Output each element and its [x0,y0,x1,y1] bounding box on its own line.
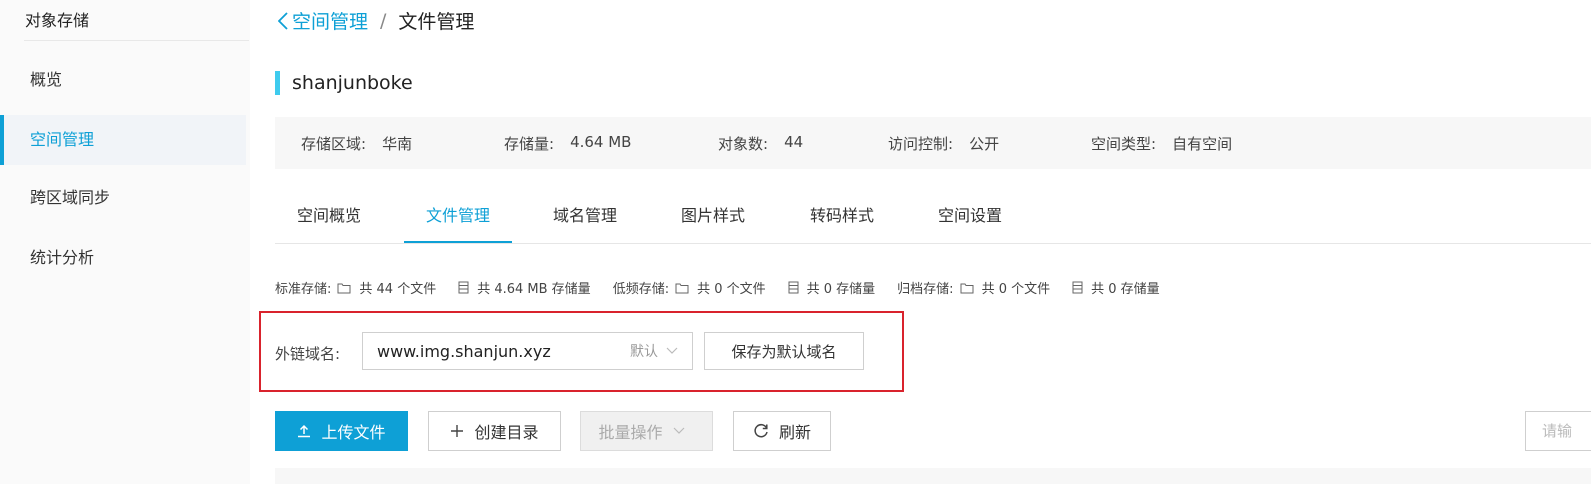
info-type-label: 空间类型: [1091,134,1157,153]
search-input[interactable]: 请输 [1525,411,1591,451]
refresh-button[interactable]: 刷新 [733,411,831,451]
info-acl-value: 公开 [969,134,1000,153]
refresh-icon [754,423,768,438]
bucket-info-bar: 存储区域: 华南 存储量: 4.64 MB 对象数: 44 访问控制: 公开 空… [275,117,1591,169]
info-size: 存储量: 4.64 MB [504,133,718,154]
chevron-down-icon [673,427,684,434]
chevron-left-icon [278,11,288,30]
info-region-value: 华南 [382,134,413,153]
create-directory-label: 创建目录 [474,423,539,442]
annotation-highlight-box [259,311,904,392]
refresh-label: 刷新 [778,423,811,442]
storage-icon [1072,281,1083,294]
info-objects: 对象数: 44 [718,133,888,154]
create-directory-button[interactable]: 创建目录 [428,411,561,451]
storage-icon [458,281,469,294]
file-table-header [275,468,1591,484]
sidebar-item-bucket-management[interactable]: 空间管理 [0,115,246,165]
sidebar-title: 对象存储 [25,11,90,30]
info-objects-value: 44 [784,132,804,151]
archive-file-count: 共 0 个文件 [981,282,1051,297]
infrequent-size: 共 0 存储量 [806,282,876,297]
tab-transcode-styles[interactable]: 转码样式 [807,193,877,242]
bucket-name: shanjunboke [292,72,413,94]
archive-storage-label: 归档存储: [897,282,954,297]
storage-stats: 标准存储: 共 44 个文件 共 4.64 MB 存储量 低频存储: 共 0 个… [275,278,1182,297]
standard-size: 共 4.64 MB 存储量 [477,282,591,297]
info-acl: 访问控制: 公开 [888,133,1091,154]
sidebar-item-overview[interactable]: 概览 [0,55,246,105]
folder-icon [675,282,689,294]
batch-operations-button[interactable]: 批量操作 [580,411,713,451]
info-type-value: 自有空间 [1172,134,1233,153]
info-type: 空间类型: 自有空间 [1091,133,1232,154]
standard-storage-label: 标准存储: [275,282,332,297]
info-size-value: 4.64 MB [570,132,632,151]
sidebar-item-cross-region-sync[interactable]: 跨区域同步 [0,173,246,223]
upload-file-label: 上传文件 [321,423,386,442]
upload-file-button[interactable]: 上传文件 [275,411,408,451]
breadcrumb-back-link[interactable]: 空间管理 [278,7,368,34]
main-content: 空间管理 / 文件管理 shanjunboke 存储区域: 华南 存储量: 4.… [250,0,1591,484]
breadcrumb-separator: / [380,9,387,32]
standard-file-count: 共 44 个文件 [359,282,437,297]
tab-bucket-settings[interactable]: 空间设置 [935,193,1005,242]
infrequent-storage-label: 低频存储: [612,282,670,297]
info-objects-label: 对象数: [718,134,769,153]
tab-image-styles[interactable]: 图片样式 [678,193,748,242]
breadcrumb-current: 文件管理 [398,11,475,33]
folder-icon [337,282,351,294]
bucket-accent-bar [275,71,280,95]
tab-domain-management[interactable]: 域名管理 [550,193,620,242]
sidebar-divider [24,40,249,41]
info-acl-label: 访问控制: [888,134,954,153]
storage-icon [788,281,799,294]
batch-operations-label: 批量操作 [598,423,663,442]
tab-file-management[interactable]: 文件管理 [404,193,512,243]
tab-bar: 空间概览 文件管理 域名管理 图片样式 转码样式 空间设置 [275,193,1591,244]
info-region: 存储区域: 华南 [301,133,504,154]
infrequent-file-count: 共 0 个文件 [697,282,766,297]
sidebar: 对象存储 概览 空间管理 跨区域同步 统计分析 [0,0,250,484]
info-region-label: 存储区域: [301,134,367,153]
upload-icon [298,424,311,438]
info-size-label: 存储量: [504,134,555,153]
breadcrumb-parent: 空间管理 [292,11,369,33]
tab-bucket-overview[interactable]: 空间概览 [295,193,363,242]
plus-icon [451,425,464,437]
archive-size: 共 0 存储量 [1091,282,1160,297]
folder-icon [960,282,974,294]
bucket-header: shanjunboke [275,71,413,95]
breadcrumb: 空间管理 / 文件管理 [278,7,474,34]
sidebar-item-statistics[interactable]: 统计分析 [0,233,246,283]
